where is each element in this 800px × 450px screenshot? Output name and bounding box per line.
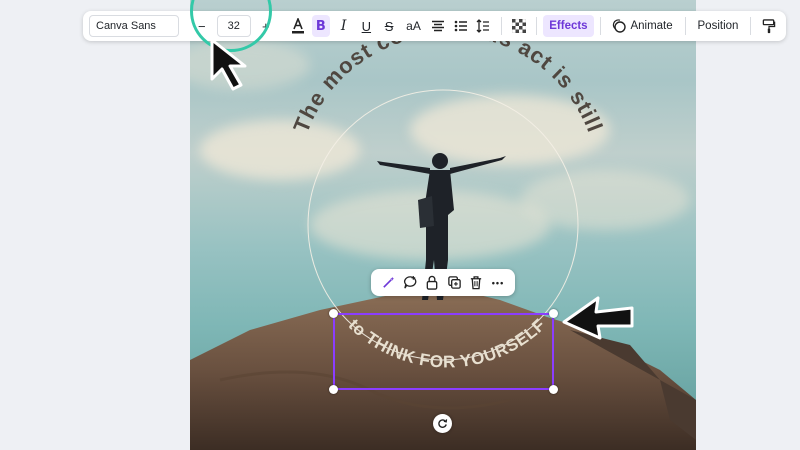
strikethrough-icon: S bbox=[384, 18, 394, 34]
resize-handle-top-right[interactable] bbox=[549, 309, 558, 318]
rotate-icon bbox=[438, 419, 448, 428]
bold-icon: B bbox=[315, 18, 326, 34]
italic-button[interactable]: I bbox=[334, 15, 353, 37]
magic-edit-button[interactable] bbox=[378, 273, 398, 293]
strikethrough-button[interactable]: S bbox=[380, 15, 399, 37]
italic-icon: I bbox=[340, 18, 347, 34]
lock-icon bbox=[426, 275, 438, 290]
list-icon bbox=[454, 20, 467, 32]
arrow-pointer-icon bbox=[210, 38, 247, 91]
more-icon: ••• bbox=[491, 277, 505, 288]
effects-button[interactable]: Effects bbox=[543, 15, 594, 37]
trash-icon bbox=[470, 276, 482, 290]
arrow-pointer-icon bbox=[562, 296, 634, 340]
text-color-button[interactable] bbox=[289, 15, 308, 37]
align-center-icon bbox=[431, 20, 444, 32]
toolbar-divider bbox=[599, 17, 601, 35]
line-spacing-icon bbox=[476, 19, 490, 33]
toolbar-divider bbox=[684, 17, 686, 35]
lock-button[interactable] bbox=[422, 273, 442, 293]
toolbar-divider bbox=[500, 17, 502, 35]
animate-label: Animate bbox=[630, 20, 673, 32]
copy-style-button[interactable] bbox=[759, 15, 778, 37]
bold-button[interactable]: B bbox=[311, 15, 331, 37]
letter-case-button[interactable]: aA bbox=[402, 15, 424, 37]
text-color-icon bbox=[292, 18, 305, 34]
element-context-menu: ••• bbox=[371, 269, 515, 296]
animate-icon bbox=[613, 19, 627, 33]
more-options-button[interactable]: ••• bbox=[488, 273, 508, 293]
text-selection-box[interactable] bbox=[329, 309, 558, 394]
position-button[interactable]: Position bbox=[692, 15, 745, 37]
duplicate-icon bbox=[447, 276, 461, 289]
comment-icon bbox=[403, 275, 416, 289]
animate-button[interactable]: Animate bbox=[606, 15, 678, 37]
duplicate-button[interactable] bbox=[444, 273, 464, 293]
alignment-button[interactable] bbox=[429, 15, 448, 37]
text-formatting-toolbar: Canva Sans − 32 + B I U S aA Effects Ani… bbox=[83, 11, 786, 41]
rotate-handle[interactable] bbox=[433, 414, 452, 433]
resize-handle-top-left[interactable] bbox=[329, 309, 338, 318]
resize-handle-bottom-left[interactable] bbox=[329, 385, 338, 394]
list-button[interactable] bbox=[451, 15, 470, 37]
transparency-icon bbox=[512, 19, 526, 33]
comment-button[interactable] bbox=[400, 273, 420, 293]
spacing-button[interactable] bbox=[474, 15, 493, 37]
paint-roller-icon bbox=[762, 18, 775, 33]
underline-button[interactable]: U bbox=[357, 15, 376, 37]
underline-icon: U bbox=[361, 18, 372, 34]
magic-wand-icon bbox=[382, 276, 394, 288]
delete-button[interactable] bbox=[466, 273, 486, 293]
letter-case-icon: aA bbox=[406, 19, 421, 33]
resize-handle-bottom-right[interactable] bbox=[549, 385, 558, 394]
editor-workspace: The most courageous act is still to THIN… bbox=[0, 0, 800, 450]
transparency-button[interactable] bbox=[510, 15, 529, 37]
toolbar-divider bbox=[536, 17, 538, 35]
toolbar-divider bbox=[750, 17, 752, 35]
font-family-dropdown[interactable]: Canva Sans bbox=[89, 15, 179, 37]
